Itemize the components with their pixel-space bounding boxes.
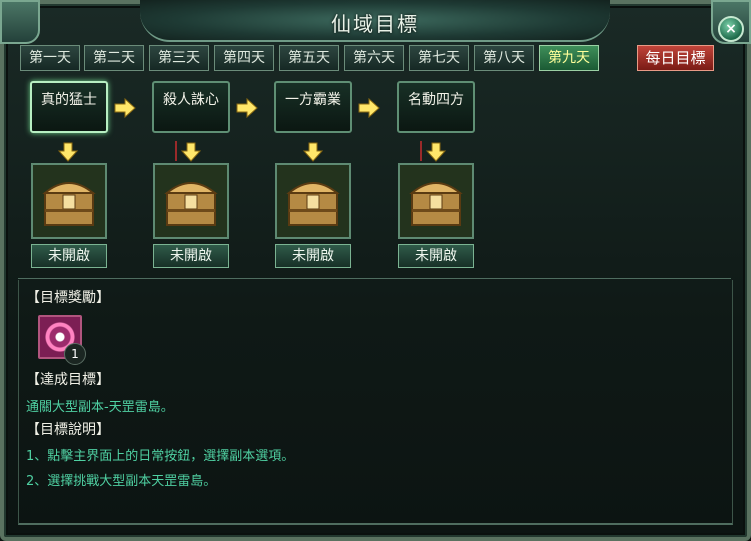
arrow-down-icon: [426, 142, 446, 162]
description-heading: 【目標說明】: [26, 422, 110, 438]
stage-3-label: 一方霸業: [285, 92, 341, 108]
description-line-2: 2、選擇挑戰大型副本天罡雷島。: [26, 474, 217, 489]
tab-day-8[interactable]: 第八天: [474, 45, 534, 71]
treasure-chest-icon: [277, 165, 349, 237]
window-title: 仙域目標: [331, 12, 419, 36]
treasure-chest-icon: [155, 165, 227, 237]
arrow-down-icon: [58, 142, 78, 162]
tab-day-2[interactable]: 第二天: [84, 45, 144, 71]
arrow-right-icon: [358, 98, 380, 118]
arrow-down-icon: [181, 142, 201, 162]
chest-4-status[interactable]: 未開啟: [398, 244, 474, 268]
treasure-chest-3[interactable]: [275, 163, 351, 239]
daily-goals-button[interactable]: 每日目標: [637, 45, 714, 71]
stage-2-label: 殺人誅心: [163, 92, 219, 108]
stage-1[interactable]: 真的猛士: [30, 81, 108, 133]
goal-text: 通關大型副本-天罡雷島。: [26, 400, 174, 415]
stage-4[interactable]: 名動四方: [397, 81, 475, 133]
tab-day-1[interactable]: 第一天: [20, 45, 80, 71]
treasure-chest-2[interactable]: [153, 163, 229, 239]
tab-day-5[interactable]: 第五天: [279, 45, 339, 71]
chest-2-status[interactable]: 未開啟: [153, 244, 229, 268]
stage-3[interactable]: 一方霸業: [274, 81, 352, 133]
stage-1-label: 真的猛士: [41, 92, 97, 108]
tab-day-9[interactable]: 第九天: [539, 45, 599, 71]
arrow-right-icon: [114, 98, 136, 118]
description-line-1: 1、點擊主界面上的日常按鈕，選擇副本選項。: [26, 449, 295, 464]
title-bar: 仙域目標: [140, 0, 610, 42]
stage-4-label: 名動四方: [408, 92, 464, 108]
reward-count-badge: 1: [64, 343, 86, 365]
reward-heading: 【目標獎勵】: [26, 290, 110, 306]
goal-heading: 【達成目標】: [26, 372, 110, 388]
divider: [18, 278, 731, 279]
treasure-chest-1[interactable]: [31, 163, 107, 239]
tab-day-4[interactable]: 第四天: [214, 45, 274, 71]
close-icon: ×: [725, 21, 737, 37]
chest-3-status[interactable]: 未開啟: [275, 244, 351, 268]
progress-marker: [420, 141, 422, 161]
chest-1-status[interactable]: 未開啟: [31, 244, 107, 268]
arrow-right-icon: [236, 98, 258, 118]
stage-2[interactable]: 殺人誅心: [152, 81, 230, 133]
close-button[interactable]: ×: [718, 16, 744, 42]
corner-ornament-left: [0, 0, 40, 44]
tab-day-6[interactable]: 第六天: [344, 45, 404, 71]
tab-day-3[interactable]: 第三天: [149, 45, 209, 71]
tab-day-7[interactable]: 第七天: [409, 45, 469, 71]
arrow-down-icon: [303, 142, 323, 162]
treasure-chest-4[interactable]: [398, 163, 474, 239]
treasure-chest-icon: [33, 165, 105, 237]
treasure-chest-icon: [400, 165, 472, 237]
progress-marker: [175, 141, 177, 161]
